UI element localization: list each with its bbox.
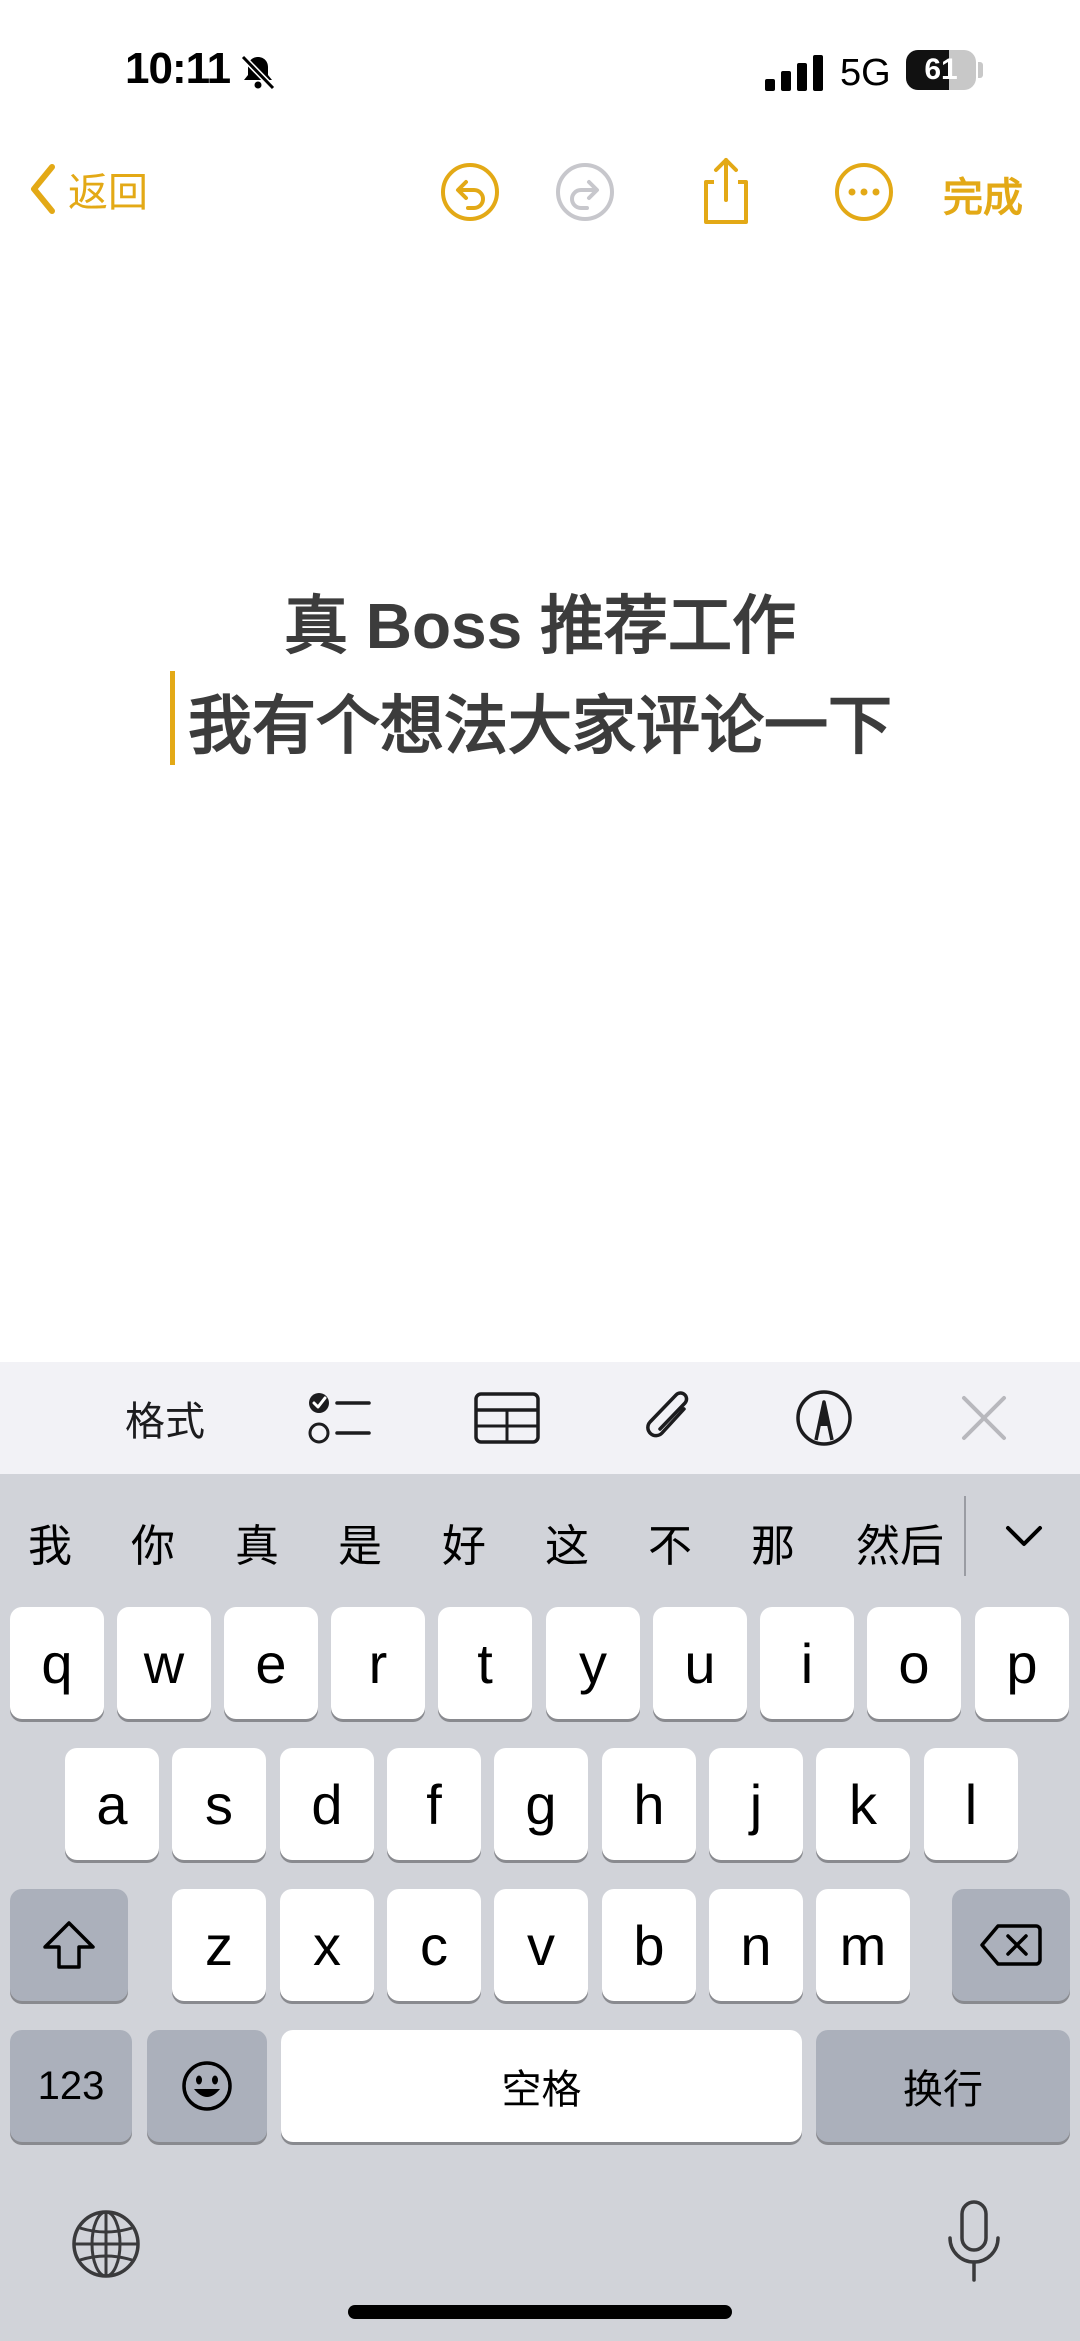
- candidate[interactable]: 然后: [856, 1510, 944, 1574]
- close-icon: [962, 1396, 1006, 1440]
- candidate[interactable]: 那: [751, 1510, 795, 1574]
- share-icon[interactable]: [694, 156, 758, 226]
- key-t[interactable]: t: [438, 1607, 532, 1719]
- candidate[interactable]: 我: [28, 1510, 72, 1574]
- checklist-button[interactable]: [300, 1382, 380, 1454]
- key-p[interactable]: p: [975, 1607, 1069, 1719]
- formatting-toolbar: 格式: [0, 1362, 1080, 1474]
- key-l[interactable]: l: [924, 1748, 1018, 1860]
- emoji-key[interactable]: [147, 2030, 267, 2142]
- battery-icon: 61: [906, 50, 984, 90]
- keyboard: 我 你 真 是 好 这 不 那 然后 q w e r t y u i o p a…: [0, 1474, 1080, 2341]
- key-k[interactable]: k: [816, 1748, 910, 1860]
- numbers-key-label: 123: [37, 2063, 105, 2108]
- network-type: 5G: [840, 52, 891, 94]
- backspace-icon: [980, 1924, 1042, 1966]
- key-m[interactable]: m: [816, 1889, 910, 2001]
- key-j[interactable]: j: [709, 1748, 803, 1860]
- candidate-divider: [964, 1496, 966, 1576]
- checklist-icon: [308, 1393, 371, 1444]
- chevron-left-icon: [31, 164, 55, 214]
- candidate[interactable]: 是: [338, 1510, 382, 1574]
- delete-key[interactable]: [952, 1889, 1070, 2001]
- battery-level: 61: [924, 53, 958, 86]
- status-time: 10:11: [125, 44, 231, 93]
- done-button[interactable]: 完成: [943, 165, 1023, 223]
- key-z[interactable]: z: [172, 1889, 266, 2001]
- key-e[interactable]: e: [224, 1607, 318, 1719]
- table-icon: [474, 1392, 540, 1444]
- attachment-button[interactable]: [636, 1382, 700, 1454]
- more-icon[interactable]: [832, 160, 896, 224]
- key-f[interactable]: f: [387, 1748, 481, 1860]
- format-label: 格式: [125, 1400, 205, 1444]
- markup-icon: [796, 1390, 852, 1446]
- markup-button[interactable]: [792, 1382, 856, 1454]
- key-n[interactable]: n: [709, 1889, 803, 2001]
- undo-icon[interactable]: [438, 160, 502, 224]
- candidate[interactable]: 好: [442, 1510, 486, 1574]
- key-r[interactable]: r: [331, 1607, 425, 1719]
- candidate[interactable]: 这: [545, 1510, 589, 1574]
- shift-icon: [43, 1921, 95, 1969]
- microphone-icon[interactable]: [944, 2200, 1004, 2284]
- key-q[interactable]: q: [10, 1607, 104, 1719]
- note-body-line[interactable]: 我有个想法大家评论一下: [0, 675, 1080, 767]
- redo-icon[interactable]: [553, 160, 617, 224]
- home-indicator[interactable]: [348, 2305, 732, 2319]
- candidate[interactable]: 真: [235, 1510, 279, 1574]
- back-label: 返回: [68, 171, 148, 215]
- numbers-key[interactable]: 123: [10, 2030, 132, 2142]
- close-toolbar-button[interactable]: [956, 1382, 1012, 1454]
- cellular-signal-icon: [765, 55, 823, 91]
- key-s[interactable]: s: [172, 1748, 266, 1860]
- space-key-label: 空格: [501, 2068, 582, 2112]
- silent-bell-icon: [240, 54, 276, 91]
- key-b[interactable]: b: [602, 1889, 696, 2001]
- chevron-down-icon[interactable]: [1000, 1512, 1048, 1560]
- table-button[interactable]: [470, 1382, 544, 1454]
- candidate[interactable]: 你: [131, 1510, 175, 1574]
- return-key-label: 换行: [903, 2068, 983, 2112]
- key-x[interactable]: x: [280, 1889, 374, 2001]
- key-o[interactable]: o: [867, 1607, 961, 1719]
- globe-icon[interactable]: [70, 2208, 142, 2280]
- note-title-line[interactable]: 真 Boss 推荐工作: [0, 575, 1080, 667]
- key-g[interactable]: g: [494, 1748, 588, 1860]
- format-button[interactable]: 格式: [110, 1382, 220, 1454]
- key-y[interactable]: y: [546, 1607, 640, 1719]
- space-key[interactable]: 空格: [281, 2030, 802, 2142]
- key-v[interactable]: v: [494, 1889, 588, 2001]
- key-w[interactable]: w: [117, 1607, 211, 1719]
- candidate[interactable]: 不: [648, 1510, 692, 1574]
- key-u[interactable]: u: [653, 1607, 747, 1719]
- return-key[interactable]: 换行: [816, 2030, 1070, 2142]
- key-i[interactable]: i: [760, 1607, 854, 1719]
- emoji-icon: [182, 2061, 232, 2111]
- key-h[interactable]: h: [602, 1748, 696, 1860]
- key-c[interactable]: c: [387, 1889, 481, 2001]
- text-cursor: [170, 671, 175, 765]
- attachment-icon: [646, 1391, 689, 1438]
- key-d[interactable]: d: [280, 1748, 374, 1860]
- candidate-bar: 我 你 真 是 好 这 不 那 然后: [0, 1474, 1080, 1602]
- shift-key[interactable]: [10, 1889, 128, 2001]
- key-a[interactable]: a: [65, 1748, 159, 1860]
- back-button[interactable]: 返回: [28, 160, 148, 218]
